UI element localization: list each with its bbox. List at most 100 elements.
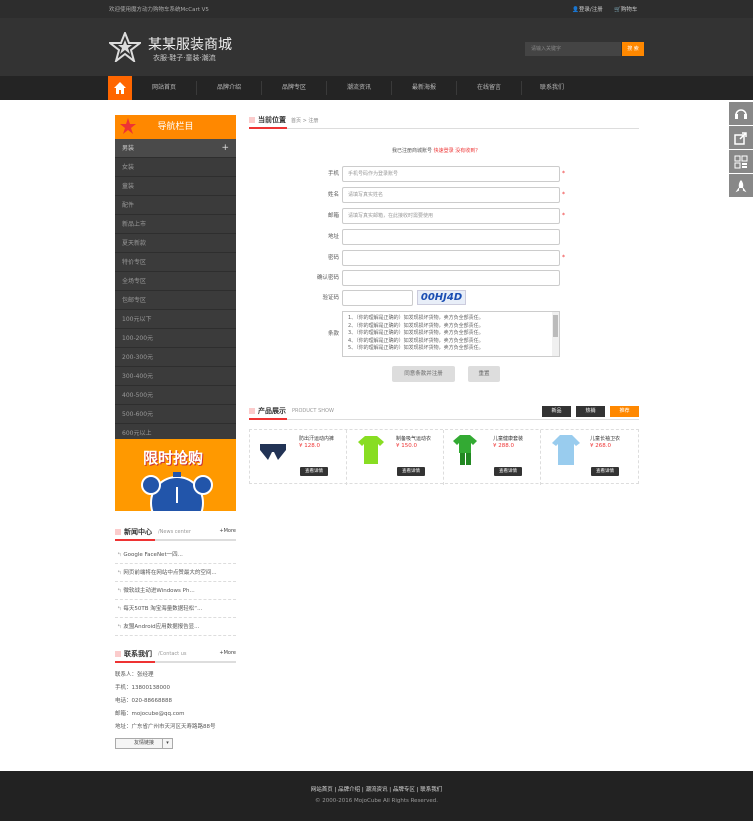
sidebar-item-all[interactable]: 全场专区 bbox=[115, 272, 236, 291]
contact-subtitle: /Contact us bbox=[158, 651, 187, 657]
news-item[interactable]: ↰ 每天50TB 淘宝海量数据轻松“... bbox=[115, 600, 236, 618]
footer-link-home[interactable]: 网站首页 bbox=[311, 787, 333, 793]
welcome-text: 欢迎使用魔方动力购物车系统McCart V5 bbox=[109, 7, 209, 13]
confirm-password-field[interactable] bbox=[342, 270, 560, 286]
email-label: 邮箱 bbox=[327, 213, 339, 219]
agree-register-button[interactable]: 同意条款并注册 bbox=[392, 366, 455, 382]
header: 某某服装商城 衣服·鞋子·童装·潮流 请输入关键字 搜 索 bbox=[0, 18, 753, 76]
news-item[interactable]: ↰ 友盟Android应用数据报告显... bbox=[115, 618, 236, 636]
news-item[interactable]: ↰ 微软战主动进Windows Ph... bbox=[115, 582, 236, 600]
phone-field[interactable]: 手机号码作为登录账号 bbox=[342, 166, 560, 182]
detail-button[interactable]: 查看详情 bbox=[300, 467, 328, 476]
sidebar-item-free-shipping[interactable]: 包邮专区 bbox=[115, 291, 236, 310]
product-card[interactable]: 制备吸气运动衣 ¥ 150.0 查看详情 bbox=[347, 430, 444, 485]
footer-links: 网站首页 | 品牌介绍 | 潮流资讯 | 品牌专区 | 联系我们 bbox=[310, 787, 443, 793]
login-link[interactable]: 👤登录/注册 bbox=[572, 5, 603, 13]
search-button[interactable]: 搜 索 bbox=[622, 42, 644, 56]
product-image-tshirt[interactable] bbox=[357, 434, 385, 466]
nav-home[interactable]: 网站首页 bbox=[132, 76, 196, 100]
home-button[interactable] bbox=[108, 76, 132, 100]
logo-title: 某某服装商城 bbox=[148, 37, 232, 53]
footer-link-contact[interactable]: 联系我们 bbox=[420, 787, 442, 793]
share-button[interactable] bbox=[729, 126, 753, 149]
news-item[interactable]: ↰ 网页前端将在网站中点赞最大的空间... bbox=[115, 564, 236, 582]
sidebar-item-price-6[interactable]: 500-600元 bbox=[115, 405, 236, 424]
sidebar-header: 导航栏目 bbox=[115, 115, 236, 139]
sidebar-item-sale[interactable]: 特价专区 bbox=[115, 253, 236, 272]
reset-button[interactable]: 重置 bbox=[468, 366, 500, 382]
tab-recommend[interactable]: 推荐 bbox=[610, 406, 639, 417]
logo-subtitle: 衣服·鞋子·童装·潮流 bbox=[153, 54, 216, 62]
password-field[interactable] bbox=[342, 250, 560, 266]
product-image-kids-set[interactable] bbox=[452, 433, 482, 467]
nav-brand-intro[interactable]: 品牌介绍 bbox=[197, 76, 261, 100]
product-card[interactable]: 儿童健康套装 ¥ 288.0 查看详情 bbox=[444, 430, 541, 485]
position-title: 当前位置 bbox=[258, 116, 286, 124]
contact-more-link[interactable]: +More bbox=[219, 650, 236, 656]
phone-row: 手机 手机号码作为登录账号 * bbox=[249, 166, 639, 182]
dots-icon bbox=[115, 529, 121, 535]
captcha-field[interactable] bbox=[342, 290, 413, 306]
tab-new[interactable]: 新品 bbox=[542, 406, 571, 417]
terms-textarea[interactable]: 1、（你的理解是正确的）如发现损坏货物，卖方负全部责任。 2、（你的理解是正确的… bbox=[342, 311, 560, 357]
login-notice: 我已注册商城账号 快速登录 没有收到？ bbox=[392, 148, 481, 154]
address-field[interactable] bbox=[342, 229, 560, 245]
nav-posters[interactable]: 最新海报 bbox=[392, 76, 456, 100]
footer-link-brand-zone[interactable]: 品牌专区 bbox=[393, 787, 415, 793]
cart-link[interactable]: 🛒购物车 bbox=[614, 5, 637, 13]
nav-contact[interactable]: 联系我们 bbox=[520, 76, 584, 100]
friend-links-select[interactable]: 友情链接 ▾ bbox=[115, 738, 173, 749]
products-subtitle: PRODUCT SHOW bbox=[292, 408, 334, 414]
search-input[interactable]: 请输入关键字 bbox=[525, 42, 621, 56]
sidebar-item-kids[interactable]: 童装 bbox=[115, 177, 236, 196]
sidebar-item-price-1[interactable]: 100元以下 bbox=[115, 310, 236, 329]
footer-link-brand-intro[interactable]: 品牌介绍 bbox=[338, 787, 360, 793]
alarm-clock-icon bbox=[141, 472, 213, 511]
contact-mobile: 手机：13800138000 bbox=[115, 685, 170, 691]
nav-messages[interactable]: 在线留言 bbox=[457, 76, 521, 100]
news-item[interactable]: ↰ Google FaceNet一四... bbox=[115, 546, 236, 564]
flash-sale-banner[interactable]: 限时抢购 bbox=[115, 439, 236, 511]
plus-icon[interactable]: + bbox=[221, 139, 229, 158]
sidebar-item-price-5[interactable]: 400-500元 bbox=[115, 386, 236, 405]
tab-hot[interactable]: 热销 bbox=[576, 406, 605, 417]
rocket-icon bbox=[735, 179, 747, 192]
detail-button[interactable]: 查看详情 bbox=[591, 467, 619, 476]
star-icon bbox=[120, 118, 136, 134]
product-image-hoodie[interactable] bbox=[551, 433, 581, 467]
quick-login-link[interactable]: 快速登录 bbox=[434, 148, 454, 154]
dots-icon bbox=[249, 117, 255, 123]
sidebar-item-women[interactable]: 女装 bbox=[115, 158, 236, 177]
sidebar-item-summer[interactable]: 夏天新款 bbox=[115, 234, 236, 253]
nav-trend-news[interactable]: 潮流资讯 bbox=[327, 76, 391, 100]
qrcode-button[interactable] bbox=[729, 150, 753, 173]
star-logo-icon bbox=[109, 32, 141, 62]
detail-button[interactable]: 查看详情 bbox=[494, 467, 522, 476]
captcha-row: 验证码 00HJ4D bbox=[249, 290, 639, 306]
product-card[interactable]: 儿童长袖卫衣 ¥ 268.0 查看详情 bbox=[541, 430, 638, 485]
sidebar: 导航栏目 男装 + 女装 童装 配件 新品上市 夏天新款 特价专区 全场专区 包邮… bbox=[115, 115, 236, 443]
product-card[interactable]: 防出汗运动内裤 ¥ 128.0 查看详情 bbox=[250, 430, 347, 485]
terms-scrollbar[interactable] bbox=[552, 312, 559, 356]
detail-button[interactable]: 查看详情 bbox=[397, 467, 425, 476]
sidebar-item-price-3[interactable]: 200-300元 bbox=[115, 348, 236, 367]
sidebar-item-accessories[interactable]: 配件 bbox=[115, 196, 236, 215]
back-to-top-button[interactable] bbox=[729, 174, 753, 197]
news-more-link[interactable]: +More bbox=[219, 528, 236, 534]
cart-icon: 🛒 bbox=[614, 7, 621, 13]
footer-link-news[interactable]: 潮流资讯 bbox=[365, 787, 387, 793]
email-field[interactable]: 请填写真实邮箱，在此接收时需要使用 bbox=[342, 208, 560, 224]
contact-title: 联系我们 bbox=[124, 650, 152, 658]
sidebar-item-new[interactable]: 新品上市 bbox=[115, 215, 236, 234]
sidebar-item-men[interactable]: 男装 + bbox=[115, 139, 236, 158]
nav-brand-zone[interactable]: 品牌专区 bbox=[262, 76, 326, 100]
sidebar-item-price-2[interactable]: 100-200元 bbox=[115, 329, 236, 348]
resend-link[interactable]: 没有收到？ bbox=[455, 148, 480, 154]
copyright: © 2000-2016 MojoCube All Rights Reserved… bbox=[315, 798, 438, 804]
captcha-image[interactable]: 00HJ4D bbox=[417, 290, 466, 305]
name-field[interactable]: 请填写真实姓名 bbox=[342, 187, 560, 203]
product-image-underwear[interactable] bbox=[258, 442, 288, 462]
sidebar-item-price-4[interactable]: 300-400元 bbox=[115, 367, 236, 386]
main-content: 当前位置 首页 > 注册 我已注册商城账号 快速登录 没有收到？ 手机 手机号码… bbox=[249, 115, 639, 485]
support-button[interactable] bbox=[729, 102, 753, 125]
